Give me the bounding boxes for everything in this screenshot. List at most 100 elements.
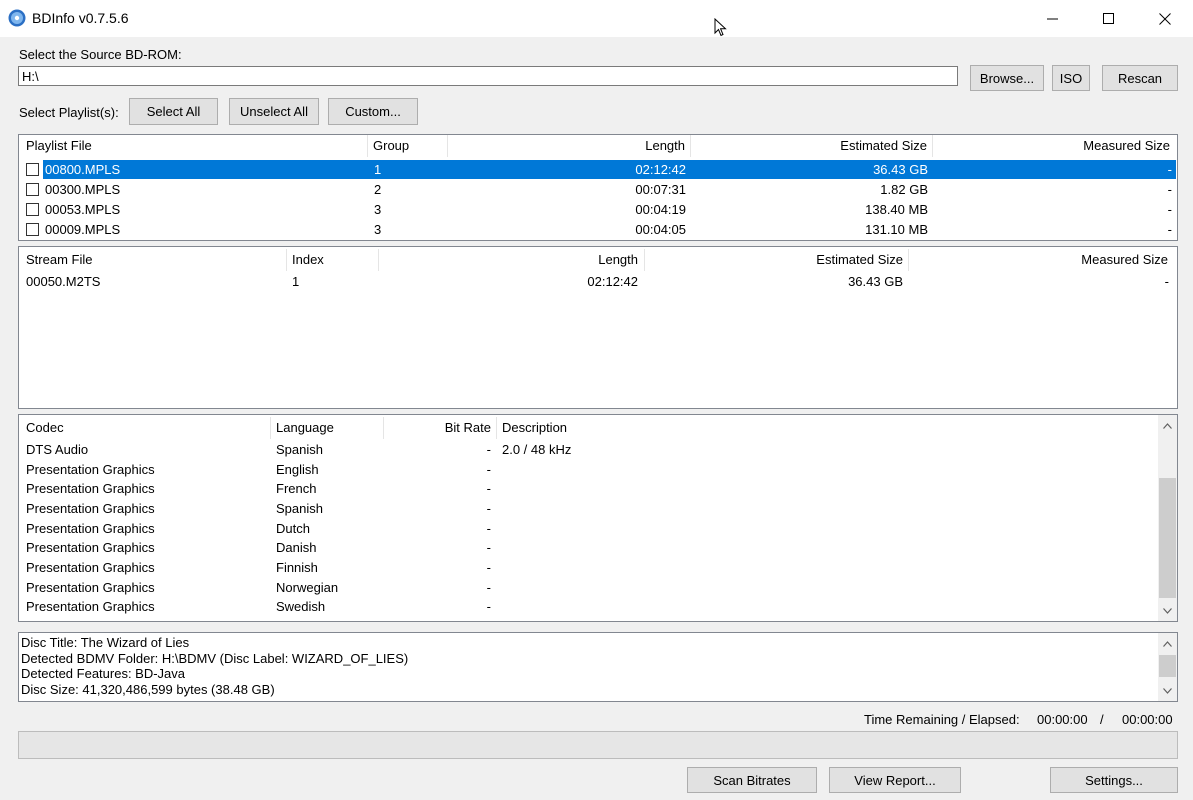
scrollbar-thumb[interactable] — [1159, 655, 1176, 677]
time-separator: / — [1100, 712, 1104, 727]
playlist-estimated-size: 1.82 GB — [880, 182, 928, 197]
playlist-file[interactable]: 00009.MPLS — [45, 220, 120, 239]
scan-bitrates-button[interactable]: Scan Bitrates — [687, 767, 817, 793]
col-header-measured-size[interactable]: Measured Size — [909, 249, 1168, 271]
col-header-estimated-size[interactable]: Estimated Size — [645, 249, 903, 271]
codec-bit-rate: - — [486, 462, 491, 477]
col-header-estimated-size[interactable]: Estimated Size — [691, 135, 927, 157]
disc-size-line: Disc Size: 41,320,486,599 bytes (38.48 G… — [21, 682, 275, 697]
scrollbar-thumb[interactable] — [1159, 478, 1176, 598]
stream-index: 1 — [292, 274, 300, 289]
playlist-file[interactable]: 00300.MPLS — [45, 180, 120, 199]
codec-name[interactable]: Presentation Graphics — [26, 597, 155, 616]
disc-info-textbox[interactable]: Disc Title: The Wizard of Lies Detected … — [18, 632, 1178, 702]
playlist-checkbox[interactable] — [26, 163, 39, 176]
codec-language: Dutch — [276, 521, 310, 536]
browse-button[interactable]: Browse... — [970, 65, 1044, 91]
col-header-description[interactable]: Description — [502, 417, 567, 439]
iso-button[interactable]: ISO — [1052, 65, 1090, 91]
custom-button[interactable]: Custom... — [328, 98, 418, 125]
codec-name[interactable]: Presentation Graphics — [26, 499, 155, 518]
source-path-input[interactable]: H:\ — [18, 66, 958, 86]
codec-bit-rate: - — [486, 521, 491, 536]
playlist-length: 02:12:42 — [635, 162, 686, 177]
playlist-checkbox[interactable] — [26, 223, 39, 236]
playlist-group: 3 — [374, 202, 382, 217]
playlist-estimated-size: 36.43 GB — [873, 162, 928, 177]
col-header-playlist-file[interactable]: Playlist File — [26, 135, 92, 157]
col-header-bit-rate[interactable]: Bit Rate — [383, 417, 491, 439]
info-scrollbar[interactable] — [1158, 633, 1177, 701]
codec-bit-rate: - — [486, 560, 491, 575]
playlist-file[interactable]: 00800.MPLS — [45, 160, 120, 179]
codec-name[interactable]: Presentation Graphics — [26, 519, 155, 538]
maximize-button[interactable] — [1081, 0, 1137, 37]
rescan-button[interactable]: Rescan — [1102, 65, 1178, 91]
close-icon — [1159, 12, 1171, 25]
scroll-down-icon[interactable] — [1159, 602, 1176, 619]
codec-language: English — [276, 462, 319, 477]
codec-language: Spanish — [276, 501, 323, 516]
codec-name[interactable]: Presentation Graphics — [26, 578, 155, 597]
close-button[interactable] — [1137, 0, 1193, 37]
scroll-down-icon[interactable] — [1159, 682, 1176, 699]
codec-language: Finnish — [276, 560, 318, 575]
bdmv-folder-line: Detected BDMV Folder: H:\BDMV (Disc Labe… — [21, 651, 409, 666]
playlist-length: 00:04:05 — [635, 222, 686, 237]
col-header-measured-size[interactable]: Measured Size — [933, 135, 1170, 157]
codec-name[interactable]: Presentation Graphics — [26, 538, 155, 557]
codec-list[interactable]: Codec Language Bit Rate Description DTS … — [18, 414, 1178, 622]
col-header-language[interactable]: Language — [276, 417, 334, 439]
codec-scrollbar[interactable] — [1158, 415, 1177, 621]
col-header-length[interactable]: Length — [378, 249, 638, 271]
scroll-up-icon[interactable] — [1159, 417, 1176, 434]
codec-name[interactable]: Presentation Graphics — [26, 479, 155, 498]
source-label: Select the Source BD-ROM: — [19, 47, 182, 62]
time-remaining-label: Time Remaining / Elapsed: — [864, 712, 1020, 727]
codec-language: Spanish — [276, 442, 323, 457]
codec-name[interactable]: Presentation Graphics — [26, 558, 155, 577]
playlist-measured-size: - — [1167, 162, 1172, 177]
maximize-icon — [1103, 12, 1114, 24]
codec-bit-rate: - — [486, 580, 491, 595]
select-all-button[interactable]: Select All — [129, 98, 218, 125]
stream-estimated-size: 36.43 GB — [848, 274, 903, 289]
mouse-cursor-icon — [714, 18, 727, 37]
features-line: Detected Features: BD-Java — [21, 666, 186, 681]
codec-name[interactable]: Presentation Graphics — [26, 460, 155, 479]
codec-bit-rate: - — [486, 540, 491, 555]
view-report-button[interactable]: View Report... — [829, 767, 961, 793]
codec-name[interactable]: DTS Audio — [26, 440, 88, 459]
window-title: BDInfo v0.7.5.6 — [32, 10, 129, 26]
col-header-codec[interactable]: Codec — [26, 417, 64, 439]
settings-button[interactable]: Settings... — [1050, 767, 1178, 793]
disc-icon — [8, 9, 26, 27]
stream-list[interactable]: Stream File Index Length Estimated Size … — [18, 246, 1178, 409]
codec-language: Swedish — [276, 599, 326, 614]
col-header-group[interactable]: Group — [373, 135, 409, 157]
codec-description: 2.0 / 48 kHz — [502, 442, 572, 457]
playlist-length: 00:07:31 — [635, 182, 686, 197]
stream-file[interactable]: 00050.M2TS — [26, 272, 100, 291]
title-bar: BDInfo v0.7.5.6 — [0, 0, 1193, 37]
codec-language: Danish — [276, 540, 317, 555]
playlist-file[interactable]: 00053.MPLS — [45, 200, 120, 219]
minimize-button[interactable] — [1025, 0, 1081, 37]
playlist-list[interactable]: Playlist File Group Length Estimated Siz… — [18, 134, 1178, 241]
stream-length: 02:12:42 — [587, 274, 638, 289]
col-header-length[interactable]: Length — [447, 135, 685, 157]
playlist-length: 00:04:19 — [635, 202, 686, 217]
time-remaining-value: 00:00:00 — [1037, 712, 1088, 727]
playlist-measured-size: - — [1167, 222, 1172, 237]
unselect-all-button[interactable]: Unselect All — [229, 98, 319, 125]
playlist-measured-size: - — [1167, 202, 1172, 217]
scroll-up-icon[interactable] — [1159, 635, 1176, 652]
playlist-checkbox[interactable] — [26, 203, 39, 216]
col-header-stream-file[interactable]: Stream File — [26, 249, 92, 271]
playlist-group: 1 — [374, 162, 382, 177]
playlist-checkbox[interactable] — [26, 183, 39, 196]
col-header-index[interactable]: Index — [292, 249, 324, 271]
playlist-estimated-size: 138.40 MB — [865, 202, 928, 217]
minimize-icon — [1047, 18, 1058, 19]
playlist-measured-size: - — [1167, 182, 1172, 197]
